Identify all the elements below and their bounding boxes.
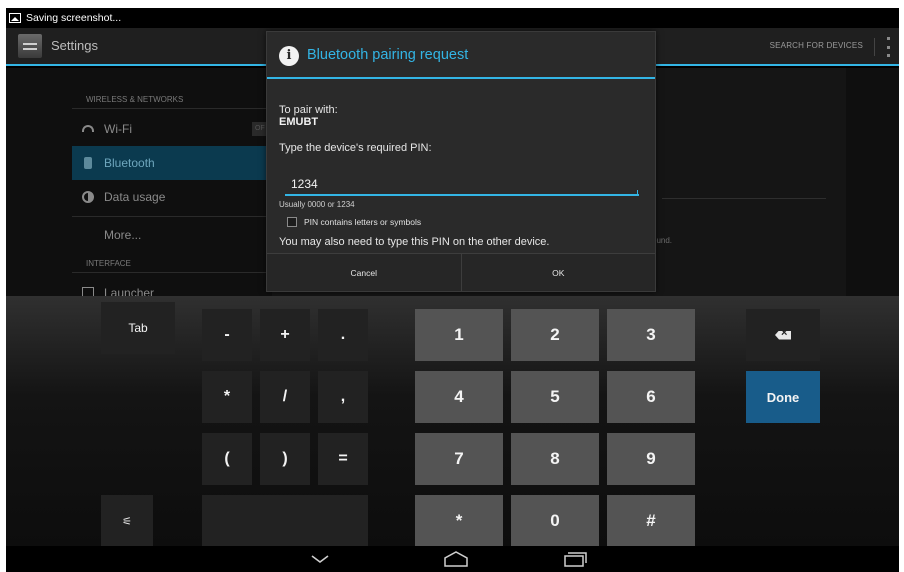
key-asterisk[interactable]: * bbox=[202, 371, 252, 423]
key-plus[interactable]: + bbox=[260, 309, 310, 361]
status-text: Saving screenshot... bbox=[26, 12, 122, 24]
sidebar-item-more[interactable]: More... bbox=[72, 218, 272, 252]
backspace-icon bbox=[775, 330, 791, 340]
device-name: EMUBT bbox=[279, 116, 319, 128]
action-bar-divider bbox=[874, 38, 875, 56]
input-edge bbox=[637, 190, 638, 196]
pair-with-label: To pair with: bbox=[279, 104, 338, 116]
settings-left-pane: WIRELESS & NETWORKS Wi-Fi OF Bluetooth D… bbox=[72, 68, 274, 300]
key-slash[interactable]: / bbox=[260, 371, 310, 423]
ok-button[interactable]: OK bbox=[460, 254, 656, 291]
numeric-keyboard: Tab - + . 1 2 3 * / , 4 5 6 Done ( ) = 7… bbox=[6, 296, 899, 547]
space-key[interactable] bbox=[202, 495, 368, 547]
sidebar-item-label: More... bbox=[104, 228, 142, 242]
sidebar-item-data-usage[interactable]: Data usage bbox=[72, 180, 272, 214]
home-icon[interactable] bbox=[436, 550, 476, 568]
pin-prompt: Type the device's required PIN: bbox=[279, 142, 432, 154]
keyboard-settings-key[interactable]: ⚟ bbox=[101, 495, 153, 547]
pin-letters-checkbox[interactable] bbox=[287, 217, 297, 227]
key-1[interactable]: 1 bbox=[415, 309, 503, 361]
section-header-interface: INTERFACE bbox=[86, 259, 131, 268]
key-3[interactable]: 3 bbox=[607, 309, 695, 361]
key-hash[interactable]: # bbox=[607, 495, 695, 547]
search-for-devices-button[interactable]: SEARCH FOR DEVICES bbox=[770, 41, 863, 50]
pin-hint: Usually 0000 or 1234 bbox=[279, 200, 355, 209]
sidebar-item-bluetooth[interactable]: Bluetooth bbox=[72, 146, 272, 180]
key-minus[interactable]: - bbox=[202, 309, 252, 361]
data-usage-icon bbox=[82, 191, 94, 203]
app-title: Settings bbox=[51, 38, 98, 53]
also-pin-text: You may also need to type this PIN on th… bbox=[279, 236, 550, 248]
done-key[interactable]: Done bbox=[746, 371, 820, 423]
status-bar: Saving screenshot... bbox=[6, 8, 899, 28]
sidebar-item-label: Wi-Fi bbox=[104, 122, 132, 136]
checkbox-label: PIN contains letters or symbols bbox=[304, 217, 422, 227]
item-divider bbox=[72, 216, 272, 217]
dialog-button-bar: Cancel OK bbox=[267, 253, 655, 291]
detail-divider bbox=[662, 198, 826, 199]
dialog-title: Bluetooth pairing request bbox=[307, 47, 469, 63]
section-divider bbox=[72, 272, 272, 273]
key-2[interactable]: 2 bbox=[511, 309, 599, 361]
bluetooth-icon bbox=[84, 157, 92, 169]
key-9[interactable]: 9 bbox=[607, 433, 695, 485]
navigation-bar bbox=[6, 546, 899, 572]
key-equals[interactable]: = bbox=[318, 433, 368, 485]
section-divider bbox=[72, 108, 272, 109]
bluetooth-pairing-dialog: i Bluetooth pairing request To pair with… bbox=[266, 31, 656, 292]
pin-letters-checkbox-row[interactable]: PIN contains letters or symbols bbox=[287, 217, 421, 227]
key-comma[interactable]: , bbox=[318, 371, 368, 423]
key-5[interactable]: 5 bbox=[511, 371, 599, 423]
key-8[interactable]: 8 bbox=[511, 433, 599, 485]
key-star[interactable]: * bbox=[415, 495, 503, 547]
overflow-menu-icon[interactable] bbox=[885, 37, 891, 57]
key-6[interactable]: 6 bbox=[607, 371, 695, 423]
key-close-paren[interactable]: ) bbox=[260, 433, 310, 485]
key-period[interactable]: . bbox=[318, 309, 368, 361]
pin-input[interactable] bbox=[285, 174, 639, 196]
cancel-button[interactable]: Cancel bbox=[267, 254, 461, 291]
device-screen: Saving screenshot... Settings SEARCH FOR… bbox=[6, 8, 899, 572]
back-chevron-icon[interactable] bbox=[300, 550, 340, 568]
dialog-header: i Bluetooth pairing request bbox=[267, 32, 655, 79]
recent-apps-icon[interactable] bbox=[556, 550, 596, 568]
key-0[interactable]: 0 bbox=[511, 495, 599, 547]
backspace-key[interactable] bbox=[746, 309, 820, 361]
info-icon: i bbox=[279, 46, 299, 66]
section-header-wireless: WIRELESS & NETWORKS bbox=[86, 95, 184, 104]
sidebar-item-label: Bluetooth bbox=[104, 156, 155, 170]
tab-key[interactable]: Tab bbox=[101, 302, 175, 354]
sidebar-item-label: Data usage bbox=[104, 190, 166, 204]
screenshot-icon bbox=[9, 13, 21, 23]
settings-app-icon[interactable] bbox=[18, 34, 42, 58]
key-7[interactable]: 7 bbox=[415, 433, 503, 485]
sidebar-item-wifi[interactable]: Wi-Fi OF bbox=[72, 112, 274, 146]
key-4[interactable]: 4 bbox=[415, 371, 503, 423]
wifi-icon bbox=[82, 125, 94, 132]
key-open-paren[interactable]: ( bbox=[202, 433, 252, 485]
